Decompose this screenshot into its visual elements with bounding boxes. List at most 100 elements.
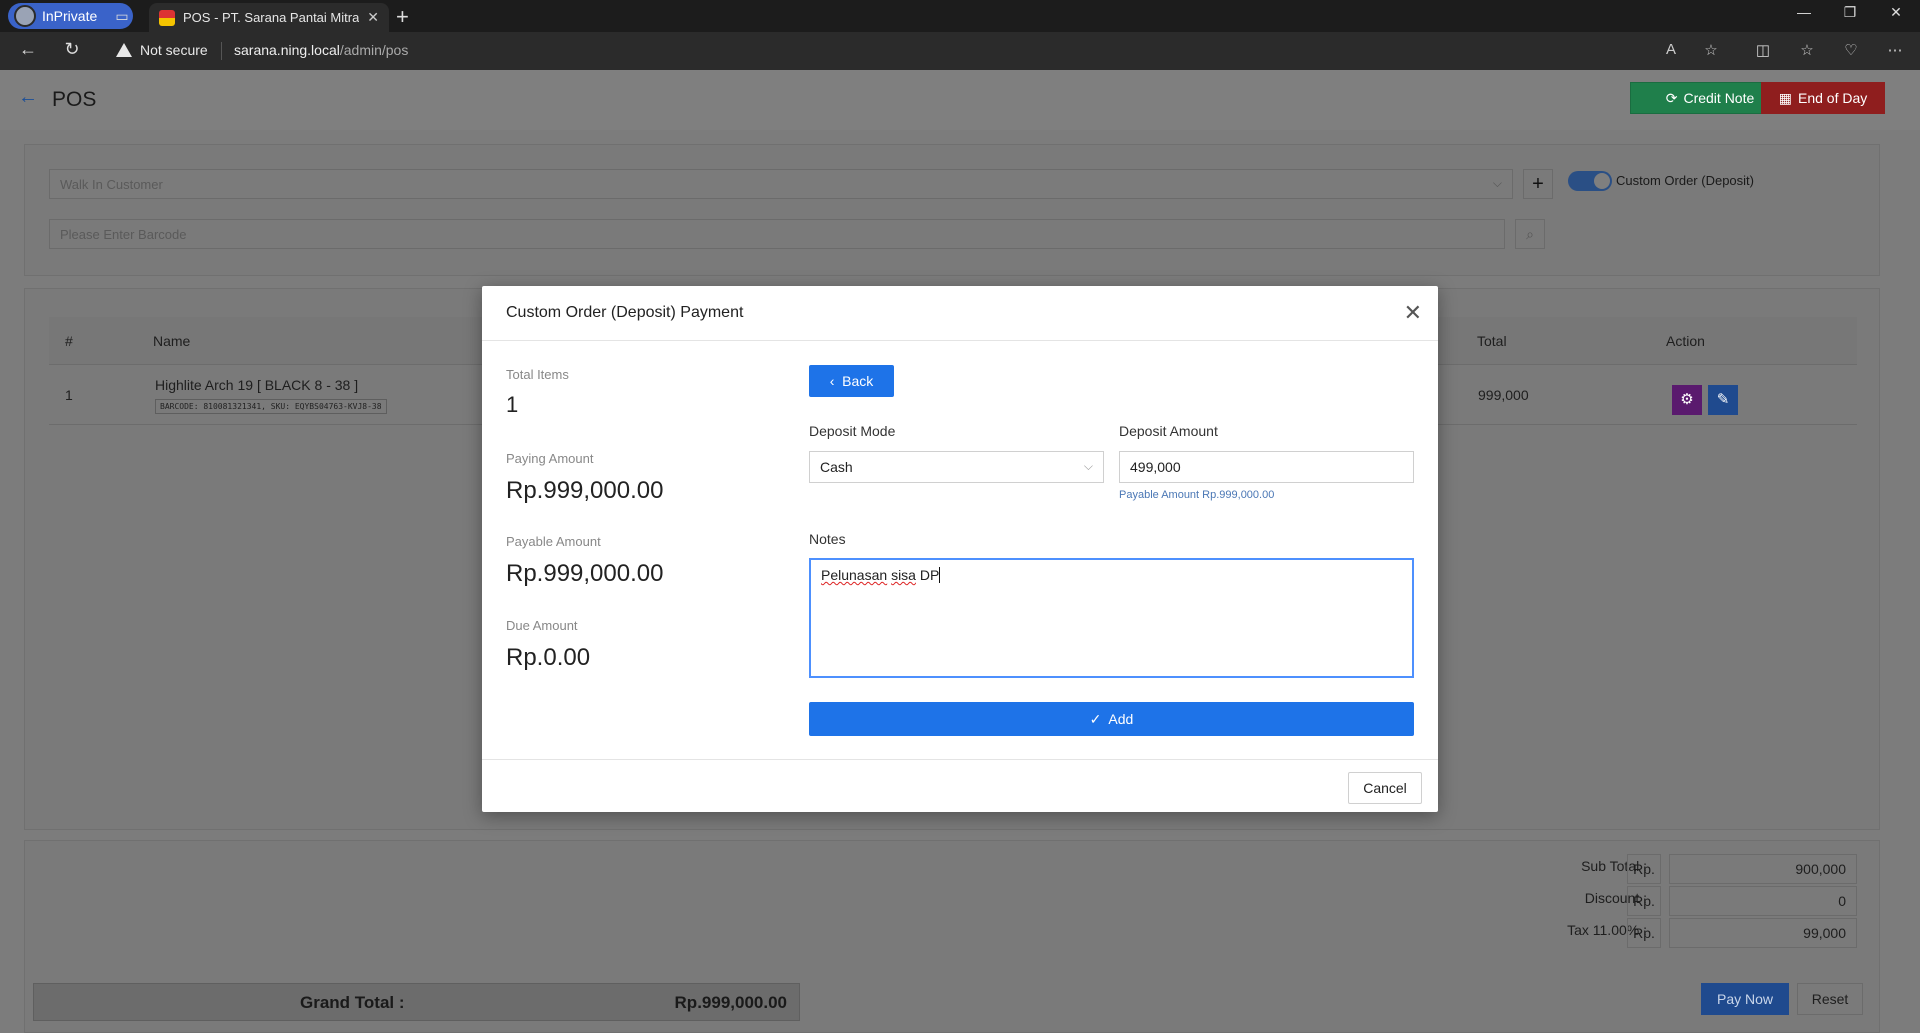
notes-textarea[interactable]: Pelunasan sisa DP xyxy=(809,558,1414,678)
chevron-left-icon: ‹ xyxy=(829,373,835,389)
favorite-star-icon[interactable]: ☆ xyxy=(1700,41,1722,59)
subtotal-prefix: Rp. xyxy=(1627,854,1661,884)
back-arrow-icon[interactable]: ← xyxy=(18,86,38,109)
search-icon: ⌕ xyxy=(1526,226,1534,242)
address-bar: ← ↻ Not secure sarana.ning.local/admin/p… xyxy=(0,32,1920,70)
favorites-icon[interactable]: ☆ xyxy=(1796,41,1818,59)
discount-value[interactable]: 0 xyxy=(1669,886,1857,916)
notes-word: sisa xyxy=(891,567,916,583)
barcode-search-button[interactable]: ⌕ xyxy=(1515,219,1545,249)
new-tab-icon[interactable]: + xyxy=(396,4,409,30)
tax-prefix: Rp. xyxy=(1627,918,1661,948)
grand-total-value: Rp.999,000.00 xyxy=(674,993,787,1012)
tax-value: 99,000 xyxy=(1669,918,1857,948)
warning-icon xyxy=(116,43,132,57)
modal-header: Custom Order (Deposit) Payment ✕ xyxy=(482,286,1438,341)
row-total: 999,000 xyxy=(1478,387,1529,403)
reload-icon[interactable]: ↻ xyxy=(60,39,84,60)
end-of-day-button[interactable]: ▦ End of Day xyxy=(1761,82,1885,114)
deposit-amount-label: Deposit Amount xyxy=(1119,423,1218,439)
deposit-mode-label: Deposit Mode xyxy=(809,423,896,439)
modal-footer-divider xyxy=(482,759,1438,760)
url-host: sarana.ning.local xyxy=(234,42,340,58)
page-header: ← POS ⟳ Credit Note ▦ End of Day xyxy=(0,70,1920,130)
row-settings-button[interactable]: ⚙ xyxy=(1672,385,1702,415)
col-index: # xyxy=(65,333,73,349)
security-label: Not secure xyxy=(140,42,208,58)
customer-value: Walk In Customer xyxy=(60,177,163,192)
row-name: Highlite Arch 19 [ BLACK 8 - 38 ] xyxy=(155,377,359,393)
url-field[interactable]: sarana.ning.local/admin/pos xyxy=(234,42,408,58)
add-customer-button[interactable]: + xyxy=(1523,169,1553,199)
total-items-value: 1 xyxy=(506,392,519,417)
tab-title: POS - PT. Sarana Pantai Mitra Se xyxy=(183,10,360,25)
paying-amount-label: Paying Amount xyxy=(506,451,594,466)
col-total: Total xyxy=(1477,333,1507,349)
address-separator xyxy=(221,42,222,60)
total-items-label: Total Items xyxy=(506,367,569,382)
text-caret xyxy=(939,567,941,583)
browser-tab-bar: InPrivate ▭ POS - PT. Sarana Pantai Mitr… xyxy=(0,0,1920,32)
deposit-amount-input[interactable]: 499,000 xyxy=(1119,451,1414,483)
reset-button[interactable]: Reset xyxy=(1797,983,1863,1015)
custom-order-toggle[interactable] xyxy=(1568,171,1612,191)
check-icon: ✓ xyxy=(1089,711,1102,727)
cancel-button[interactable]: Cancel xyxy=(1348,772,1422,804)
customer-select[interactable]: Walk In Customer ⌵ xyxy=(49,169,1513,199)
notes-label: Notes xyxy=(809,531,846,547)
read-aloud-icon[interactable]: A xyxy=(1660,41,1682,58)
grand-total-label: Grand Total : xyxy=(300,993,405,1012)
profile-avatar-icon xyxy=(14,5,36,27)
add-button[interactable]: ✓ Add xyxy=(809,702,1414,736)
payable-amount-value: Rp.999,000.00 xyxy=(506,560,664,587)
row-index: 1 xyxy=(65,387,73,403)
edit-icon: ✎ xyxy=(1716,391,1730,408)
payable-amount-label: Payable Amount xyxy=(506,534,601,549)
row-codes: BARCODE: 810081321341, SKU: EQYBS04763-K… xyxy=(155,399,387,414)
notes-word: Pelunasan xyxy=(821,567,888,583)
col-name: Name xyxy=(153,333,191,349)
minimize-icon[interactable]: — xyxy=(1784,4,1824,20)
modal-title: Custom Order (Deposit) Payment xyxy=(506,304,744,321)
security-indicator[interactable]: Not secure xyxy=(116,42,208,58)
workspaces-icon[interactable]: ▭ xyxy=(112,6,132,26)
split-screen-icon[interactable]: ◫ xyxy=(1752,41,1774,59)
deposit-mode-value: Cash xyxy=(820,459,853,475)
end-of-day-label: End of Day xyxy=(1797,90,1868,106)
row-edit-button[interactable]: ✎ xyxy=(1708,385,1738,415)
add-label: Add xyxy=(1108,711,1134,727)
col-action: Action xyxy=(1666,333,1705,349)
discount-prefix: Rp. xyxy=(1627,886,1661,916)
refresh-icon: ⟳ xyxy=(1665,89,1678,106)
summary-card: Sub Total : Rp. 900,000 Discount : Rp. 0… xyxy=(24,840,1880,1033)
close-icon[interactable]: ✕ xyxy=(1404,300,1422,326)
payable-hint: Payable Amount Rp.999,000.00 xyxy=(1119,489,1275,501)
barcode-input[interactable]: Please Enter Barcode xyxy=(49,219,1505,249)
deposit-mode-select[interactable]: Cash ⌵ xyxy=(809,451,1104,483)
plus-icon: + xyxy=(1532,173,1544,195)
restore-icon[interactable]: ❐ xyxy=(1830,4,1870,21)
back-button[interactable]: ‹ Back xyxy=(809,365,894,397)
window-close-icon[interactable]: ✕ xyxy=(1876,4,1916,21)
inprivate-label: InPrivate xyxy=(42,8,98,24)
chevron-down-icon: ⌵ xyxy=(1083,459,1093,473)
favicon-icon xyxy=(159,9,175,26)
pay-now-button[interactable]: Pay Now xyxy=(1701,983,1789,1015)
notes-word: DP xyxy=(919,567,940,583)
credit-note-label: Credit Note xyxy=(1683,90,1755,106)
calculator-icon: ▦ xyxy=(1778,89,1792,106)
browser-essentials-icon[interactable]: ♡ xyxy=(1840,41,1862,59)
paying-amount-value: Rp.999,000.00 xyxy=(506,477,664,504)
more-options-icon[interactable]: ⋯ xyxy=(1884,41,1906,59)
tab-close-icon[interactable]: ✕ xyxy=(367,9,379,26)
due-amount-value: Rp.0.00 xyxy=(506,644,591,671)
customer-card: Walk In Customer ⌵ + Custom Order (Depos… xyxy=(24,144,1880,276)
subtotal-value: 900,000 xyxy=(1669,854,1857,884)
deposit-payment-modal: Custom Order (Deposit) Payment ✕ Total I… xyxy=(482,286,1438,812)
grand-total-bar: Grand Total : Rp.999,000.00 xyxy=(33,983,800,1021)
page-title: POS xyxy=(52,88,97,111)
chevron-down-icon: ⌵ xyxy=(1492,176,1502,190)
url-path: /admin/pos xyxy=(339,42,409,58)
browser-tab[interactable]: POS - PT. Sarana Pantai Mitra Se ✕ xyxy=(149,3,389,32)
browser-back-icon[interactable]: ← xyxy=(16,39,40,60)
